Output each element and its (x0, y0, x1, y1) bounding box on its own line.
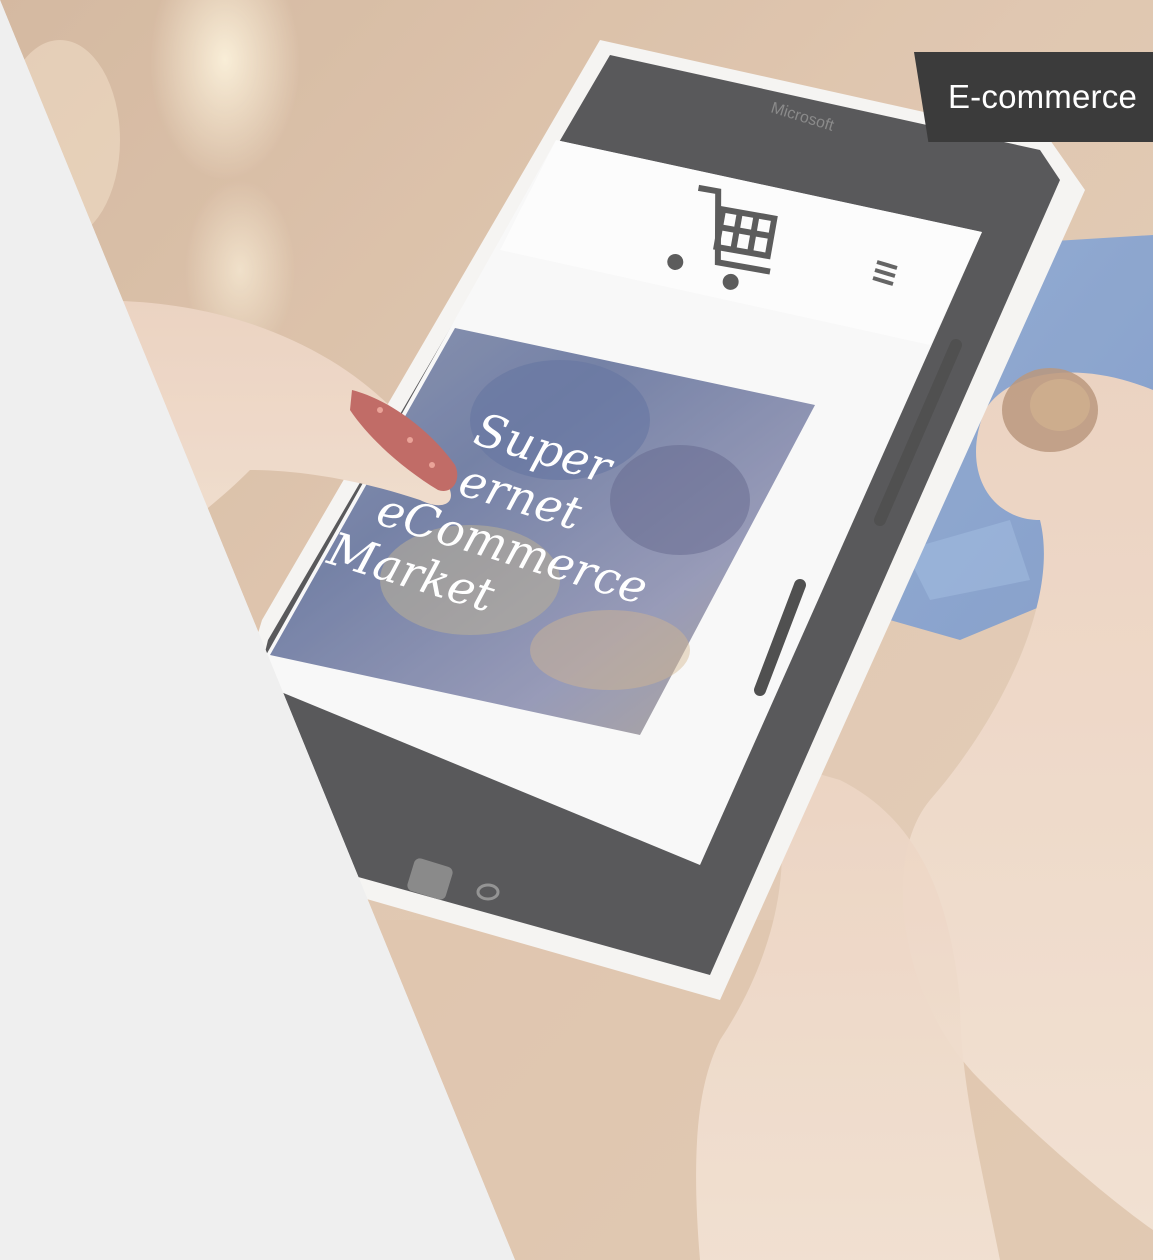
category-tag-label: E-commerce (947, 78, 1137, 115)
category-tag: E-commerce (914, 52, 1153, 142)
ecommerce-photo: Microsoft Super ernet eCommerce Market l… (0, 0, 1153, 1260)
